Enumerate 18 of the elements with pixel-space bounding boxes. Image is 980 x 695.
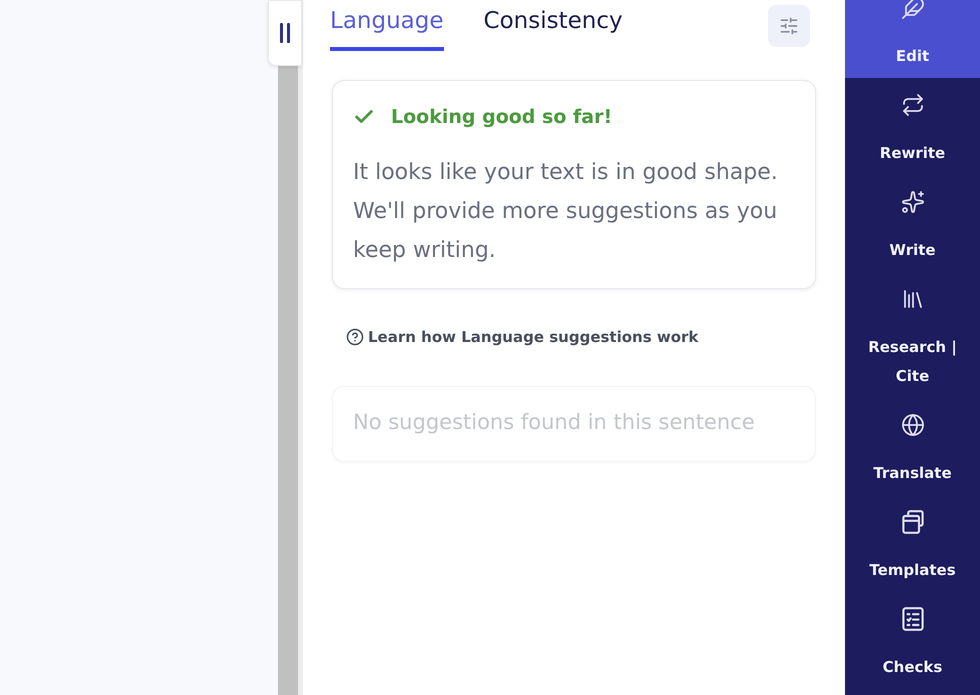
sliders-icon bbox=[779, 16, 799, 36]
tab[interactable]: Language bbox=[330, 0, 444, 51]
repeat-arrows-icon bbox=[900, 93, 924, 117]
sidebar-item[interactable]: Edit bbox=[845, 0, 980, 78]
empty-state-message: No suggestions found in this sentence bbox=[353, 410, 755, 434]
stacked-windows-icon bbox=[900, 510, 924, 534]
sparkles-icon bbox=[900, 190, 924, 214]
status-message: It looks like your text is in good shape. We'll provide more suggestions as you keep writing. bbox=[353, 159, 779, 265]
help-link[interactable]: Learn how Language suggestions work bbox=[346, 325, 698, 349]
tab[interactable]: Consistency bbox=[484, 0, 623, 51]
checklist-icon bbox=[900, 607, 924, 631]
feather-icon bbox=[900, 0, 924, 20]
status-title: Looking good so far! bbox=[391, 105, 612, 129]
globe-icon bbox=[900, 413, 924, 437]
filter-button[interactable] bbox=[768, 5, 810, 47]
panel-handle[interactable] bbox=[268, 0, 302, 66]
double-bar-icon bbox=[280, 23, 290, 43]
help-circle-icon bbox=[346, 328, 364, 346]
